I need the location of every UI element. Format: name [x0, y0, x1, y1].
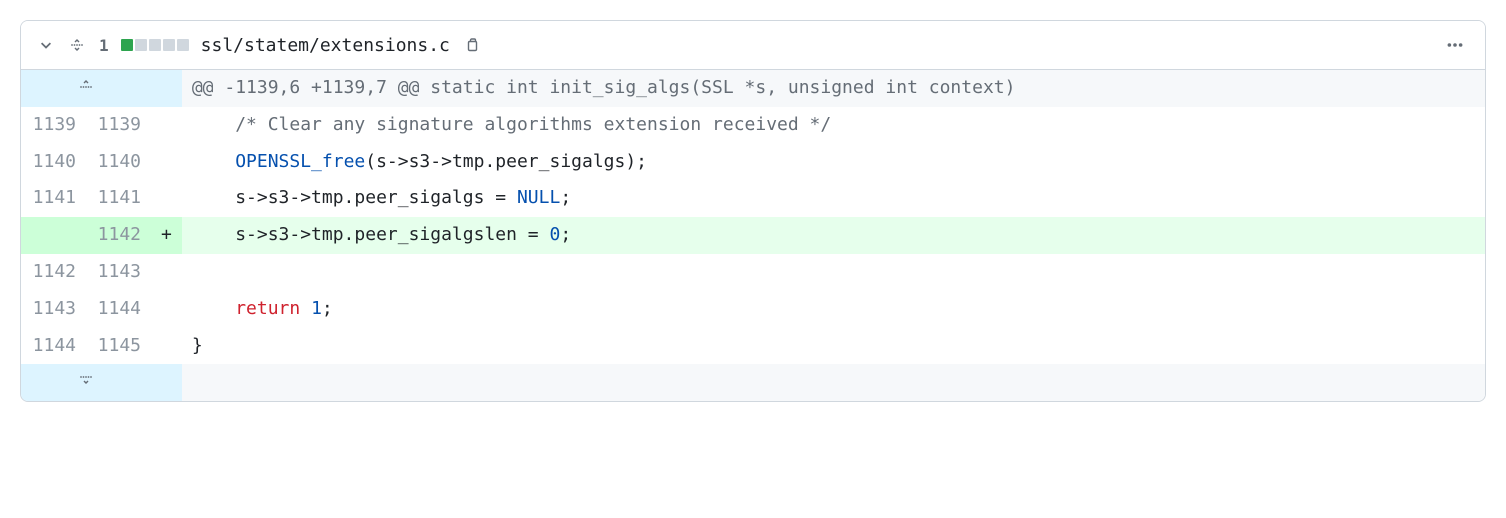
code-content: s->s3->tmp.peer_sigalgs = NULL;: [182, 180, 1485, 217]
expand-up-icon: [31, 77, 141, 93]
code-content: }: [182, 328, 1485, 365]
diff-marker: [151, 144, 182, 181]
kebab-menu-icon[interactable]: [1441, 31, 1469, 59]
diff-block-neutral: [163, 39, 175, 51]
old-line-number[interactable]: [21, 217, 86, 254]
old-line-number[interactable]: 1143: [21, 291, 86, 328]
diff-line: 1142+ s->s3->tmp.peer_sigalgslen = 0;: [21, 217, 1485, 254]
diff-line: 11441145}: [21, 328, 1485, 365]
expand-up-button[interactable]: [21, 70, 151, 107]
diff-marker: [151, 107, 182, 144]
diff-block-add: [121, 39, 133, 51]
code-content: /* Clear any signature algorithms extens…: [182, 107, 1485, 144]
diff-block-neutral: [149, 39, 161, 51]
diff-marker: [151, 254, 182, 291]
code-content: [182, 254, 1485, 291]
file-header: 1 ssl/statem/extensions.c: [21, 21, 1485, 70]
new-line-number[interactable]: 1140: [86, 144, 151, 181]
expand-down-spacer: [182, 364, 1485, 401]
diff-block-neutral: [135, 39, 147, 51]
diff-stat-bar: [121, 39, 189, 51]
diff-table: @@ -1139,6 +1139,7 @@ static int init_si…: [21, 70, 1485, 401]
hunk-marker: [151, 364, 182, 401]
expand-down-button[interactable]: [21, 364, 151, 401]
code-content: OPENSSL_free(s->s3->tmp.peer_sigalgs);: [182, 144, 1485, 181]
new-line-number[interactable]: 1144: [86, 291, 151, 328]
diff-marker: [151, 180, 182, 217]
new-line-number[interactable]: 1142: [86, 217, 151, 254]
old-line-number[interactable]: 1144: [21, 328, 86, 365]
diff-marker: [151, 328, 182, 365]
diff-marker: [151, 291, 182, 328]
old-line-number[interactable]: 1140: [21, 144, 86, 181]
old-line-number[interactable]: 1141: [21, 180, 86, 217]
diff-marker: +: [151, 217, 182, 254]
new-line-number[interactable]: 1141: [86, 180, 151, 217]
diff-line: 11391139 /* Clear any signature algorith…: [21, 107, 1485, 144]
new-line-number[interactable]: 1145: [86, 328, 151, 365]
copy-path-icon[interactable]: [462, 35, 482, 55]
new-line-number[interactable]: 1143: [86, 254, 151, 291]
chevron-down-icon[interactable]: [37, 36, 55, 54]
old-line-number[interactable]: 1142: [21, 254, 86, 291]
code-content: s->s3->tmp.peer_sigalgslen = 0;: [182, 217, 1485, 254]
change-count: 1: [99, 36, 109, 55]
diff-file-container: 1 ssl/statem/extensions.c @@ -11: [20, 20, 1486, 402]
diff-block-neutral: [177, 39, 189, 51]
hunk-marker: [151, 70, 182, 107]
code-content: return 1;: [182, 291, 1485, 328]
new-line-number[interactable]: 1139: [86, 107, 151, 144]
diff-line: 11411141 s->s3->tmp.peer_sigalgs = NULL;: [21, 180, 1485, 217]
expand-down-row: [21, 364, 1485, 401]
diff-line: 11401140 OPENSSL_free(s->s3->tmp.peer_si…: [21, 144, 1485, 181]
diff-line: 11421143: [21, 254, 1485, 291]
hunk-header-text: @@ -1139,6 +1139,7 @@ static int init_si…: [182, 70, 1485, 107]
diff-line: 11431144 return 1;: [21, 291, 1485, 328]
expand-down-icon: [31, 371, 141, 387]
file-path[interactable]: ssl/statem/extensions.c: [201, 35, 450, 56]
old-line-number[interactable]: 1139: [21, 107, 86, 144]
hunk-header-row: @@ -1139,6 +1139,7 @@ static int init_si…: [21, 70, 1485, 107]
expand-all-icon[interactable]: [67, 35, 87, 55]
file-header-left: 1 ssl/statem/extensions.c: [37, 35, 482, 56]
